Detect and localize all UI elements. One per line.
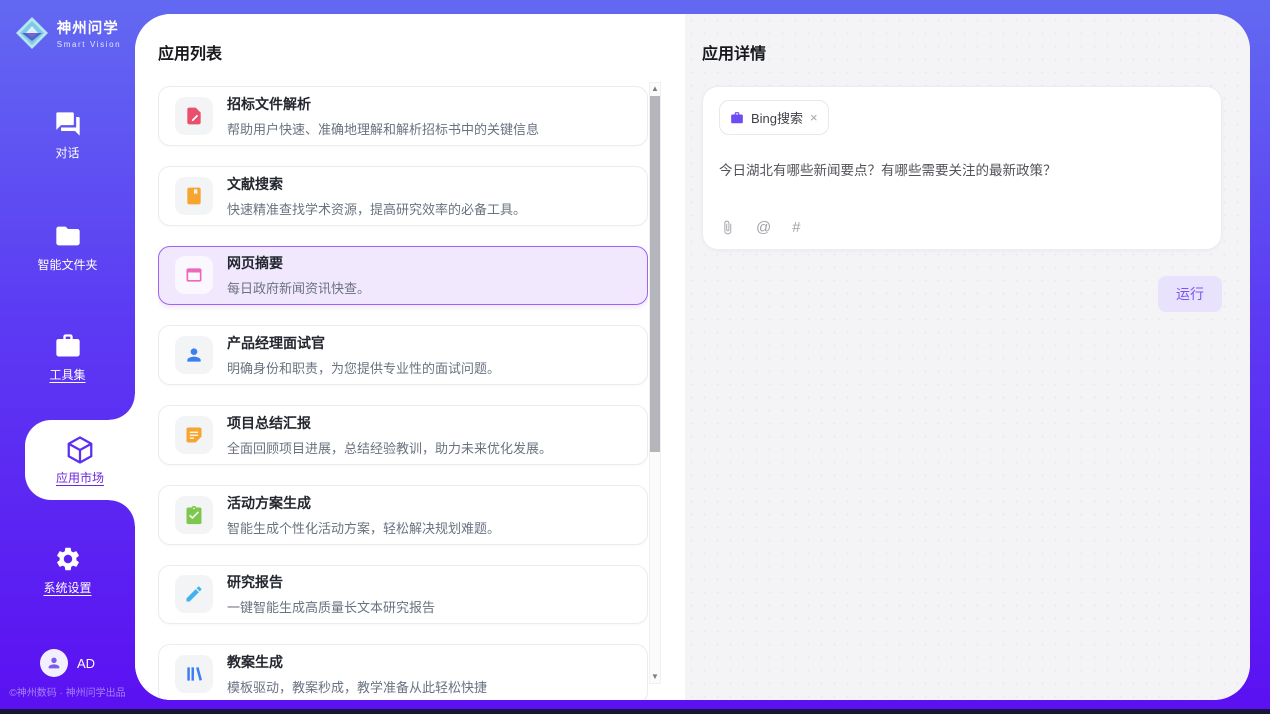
- doc-edit-icon: [175, 97, 213, 135]
- logo-subtitle: Smart Vision: [57, 40, 121, 49]
- app-card-project-summary[interactable]: 项目总结汇报 全面回顾项目进展，总结经验教训，助力未来优化发展。: [158, 405, 648, 465]
- user-initials: AD: [77, 656, 95, 671]
- app-name: 项目总结汇报: [227, 413, 552, 433]
- sidebar: 神州问学 Smart Vision 对话 智能文件夹 工具集: [0, 0, 135, 709]
- app-name: 文献搜索: [227, 174, 526, 194]
- app-name: 网页摘要: [227, 253, 370, 273]
- gear-icon: [54, 545, 82, 573]
- sidebar-item-toolset[interactable]: 工具集: [0, 332, 135, 383]
- app-desc: 快速精准查找学术资源，提高研究效率的必备工具。: [227, 199, 526, 218]
- sidebar-item-settings[interactable]: 系统设置: [0, 545, 135, 596]
- user-account[interactable]: AD: [0, 649, 135, 677]
- books-icon: [175, 655, 213, 693]
- app-desc: 帮助用户快速、准确地理解和解析招标书中的关键信息: [227, 119, 539, 138]
- app-list-panel: 应用列表 招标文件解析 帮助用户快速、准确地理解和解析招标书中的关键信息: [135, 14, 685, 700]
- app-card-list: 招标文件解析 帮助用户快速、准确地理解和解析招标书中的关键信息 文献搜索 快速精…: [158, 86, 648, 700]
- toolbox-icon: [54, 332, 82, 360]
- app-name: 教案生成: [227, 652, 487, 672]
- app-detail-panel: 应用详情 Bing搜索 × 今日湖北有哪些新闻要点？有哪些需要关注的最新政策？ …: [685, 14, 1250, 700]
- sidebar-footer: ©神州数码 · 神州问学出品: [0, 684, 135, 699]
- app-card-research-report[interactable]: 研究报告 一键智能生成高质量长文本研究报告: [158, 565, 648, 625]
- logo-title: 神州问学: [57, 17, 121, 38]
- cube-icon: [65, 435, 95, 465]
- paperclip-icon[interactable]: [720, 220, 735, 235]
- scroll-down-icon[interactable]: ▼: [650, 671, 660, 683]
- person-interview-icon: [175, 336, 213, 374]
- mention-icon[interactable]: @: [756, 219, 771, 236]
- sidebar-item-label: 系统设置: [43, 579, 91, 596]
- scroll-up-icon[interactable]: ▲: [650, 83, 660, 95]
- tag-label: Bing搜索: [751, 108, 803, 127]
- clipboard-check-icon: [175, 496, 213, 534]
- sidebar-item-label: 智能文件夹: [37, 256, 97, 273]
- tool-tag-bing-search[interactable]: Bing搜索 ×: [719, 100, 829, 135]
- app-desc: 模板驱动，教案秒成，教学准备从此轻松快捷: [227, 677, 487, 696]
- app-desc: 每日政府新闻资讯快查。: [227, 278, 370, 297]
- run-row: 运行: [702, 276, 1222, 312]
- app-card-literature-search[interactable]: 文献搜索 快速精准查找学术资源，提高研究效率的必备工具。: [158, 166, 648, 226]
- prompt-input-card[interactable]: Bing搜索 × 今日湖北有哪些新闻要点？有哪些需要关注的最新政策？ @ #: [702, 86, 1222, 250]
- note-icon: [175, 416, 213, 454]
- sidebar-item-label: 工具集: [49, 366, 85, 383]
- app-card-lesson-plan[interactable]: 教案生成 模板驱动，教案秒成，教学准备从此轻松快捷: [158, 644, 648, 700]
- app-desc: 一键智能生成高质量长文本研究报告: [227, 597, 435, 616]
- briefcase-icon: [730, 111, 744, 125]
- app-name: 活动方案生成: [227, 493, 500, 513]
- close-icon[interactable]: ×: [810, 111, 818, 124]
- attachment-toolbar: @ #: [720, 219, 801, 236]
- app-card-bid-parse[interactable]: 招标文件解析 帮助用户快速、准确地理解和解析招标书中的关键信息: [158, 86, 648, 146]
- browser-code-icon: [175, 256, 213, 294]
- app-list-title: 应用列表: [158, 40, 685, 64]
- app-name: 招标文件解析: [227, 94, 539, 114]
- app-desc: 明确身份和职责，为您提供专业性的面试问题。: [227, 358, 500, 377]
- scrollbar-thumb[interactable]: [650, 96, 660, 452]
- diamond-logo-icon: [14, 15, 50, 51]
- logo-text: 神州问学 Smart Vision: [57, 17, 121, 49]
- app-card-pm-interviewer[interactable]: 产品经理面试官 明确身份和职责，为您提供专业性的面试问题。: [158, 325, 648, 385]
- app-detail-title: 应用详情: [702, 40, 1222, 64]
- sidebar-item-label: 应用市场: [56, 469, 104, 486]
- book-icon: [175, 177, 213, 215]
- app-desc: 智能生成个性化活动方案，轻松解决规划难题。: [227, 518, 500, 537]
- sidebar-item-app-market[interactable]: 应用市场: [25, 420, 135, 500]
- app-card-event-plan[interactable]: 活动方案生成 智能生成个性化活动方案，轻松解决规划难题。: [158, 485, 648, 545]
- sidebar-item-chat[interactable]: 对话: [0, 110, 135, 161]
- avatar: [40, 649, 68, 677]
- app-window: 神州问学 Smart Vision 对话 智能文件夹 工具集: [0, 0, 1270, 714]
- bottom-edge-bar: [0, 709, 1270, 714]
- hashtag-icon[interactable]: #: [792, 219, 800, 236]
- folder-icon: [54, 222, 82, 250]
- app-logo: 神州问学 Smart Vision: [0, 15, 135, 51]
- query-text[interactable]: 今日湖北有哪些新闻要点？有哪些需要关注的最新政策？: [719, 159, 1205, 179]
- app-card-web-summary[interactable]: 网页摘要 每日政府新闻资讯快查。: [158, 246, 648, 306]
- pen-icon: [175, 575, 213, 613]
- app-desc: 全面回顾项目进展，总结经验教训，助力未来优化发展。: [227, 438, 552, 457]
- app-name: 产品经理面试官: [227, 333, 500, 353]
- run-button[interactable]: 运行: [1158, 276, 1222, 312]
- person-icon: [46, 655, 62, 671]
- sidebar-item-label: 对话: [55, 144, 79, 161]
- app-name: 研究报告: [227, 572, 435, 592]
- main-content: 应用列表 招标文件解析 帮助用户快速、准确地理解和解析招标书中的关键信息: [135, 14, 1250, 700]
- sidebar-item-smart-folder[interactable]: 智能文件夹: [0, 222, 135, 273]
- list-scrollbar[interactable]: ▲ ▼: [649, 82, 661, 684]
- chat-icon: [54, 110, 82, 138]
